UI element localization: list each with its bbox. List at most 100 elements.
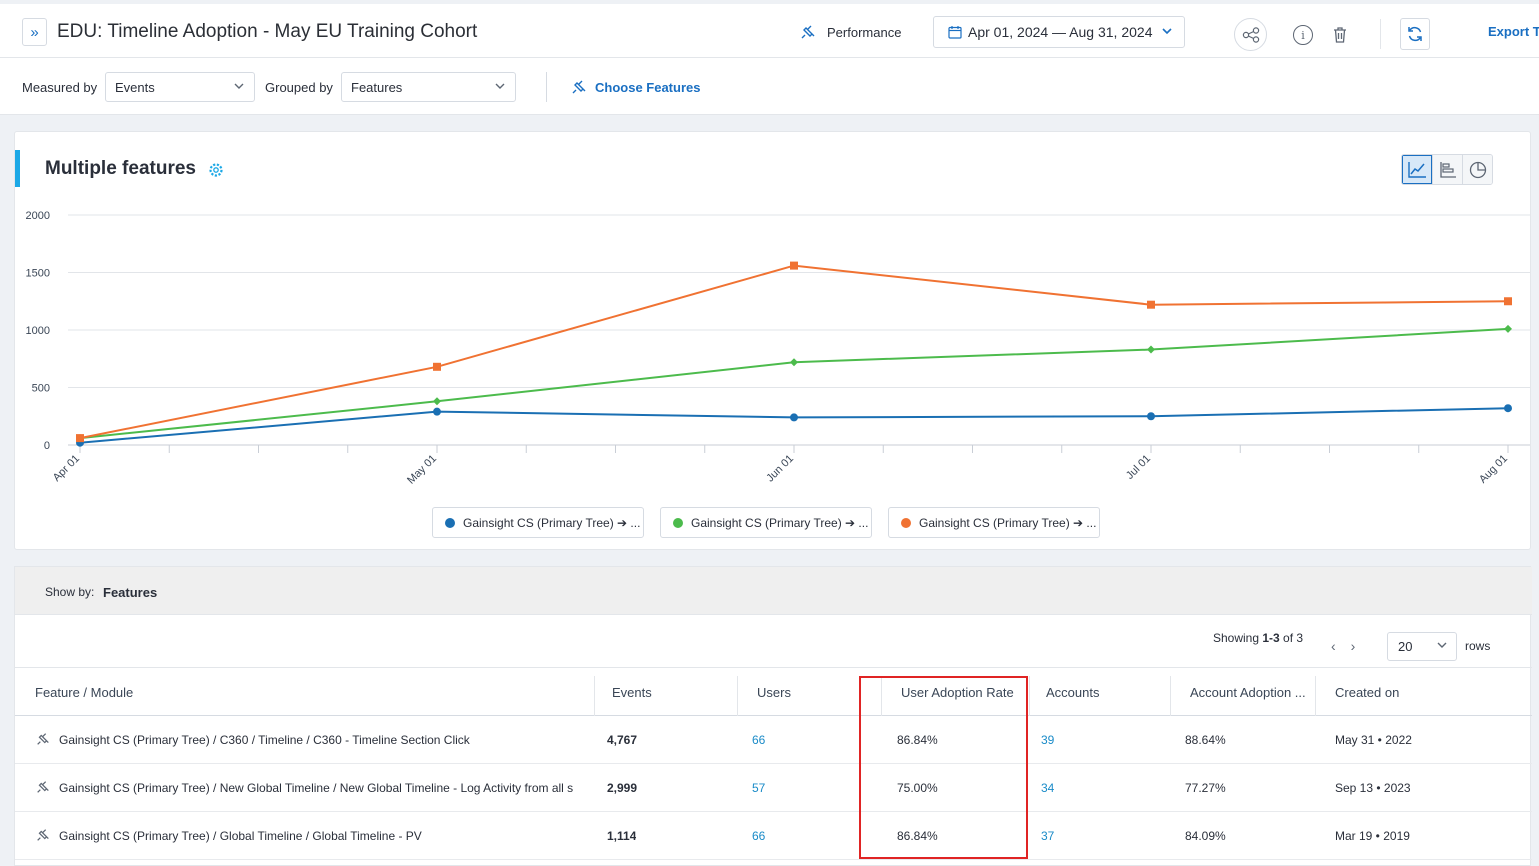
column-header-user-adoption-rate[interactable]: User Adoption Rate — [901, 668, 1014, 717]
grouped-by-select[interactable]: Features — [341, 72, 516, 102]
column-divider — [737, 676, 738, 716]
legend-item[interactable]: Gainsight CS (Primary Tree) ➔ ... — [888, 507, 1100, 538]
show-by-bar: Show by: Features — [15, 567, 1532, 615]
performance-label: Performance — [827, 24, 902, 40]
column-header-accounts[interactable]: Accounts — [1046, 668, 1099, 717]
plug-icon — [37, 829, 49, 841]
divider — [1380, 19, 1381, 49]
show-by-label: Show by: — [45, 585, 95, 599]
bar-chart-view-button[interactable] — [1432, 155, 1462, 184]
column-header-created-on[interactable]: Created on — [1335, 668, 1399, 717]
chevron-down-icon — [234, 83, 244, 89]
table-card: Show by: Features Showing 1-3 of 3 ‹ › 2… — [14, 566, 1532, 866]
chevron-down-icon — [1162, 28, 1172, 35]
user-adoption-rate-value: 86.84% — [897, 733, 938, 747]
plug-icon — [572, 80, 586, 94]
plug-icon — [801, 25, 815, 39]
page-title: EDU: Timeline Adoption - May EU Training… — [57, 21, 478, 42]
choose-features-button[interactable]: Choose Features — [570, 78, 700, 96]
column-header-events[interactable]: Events — [612, 668, 652, 717]
settings-gear-icon[interactable] — [208, 162, 224, 178]
legend-item[interactable]: Gainsight CS (Primary Tree) ➔ ... — [432, 507, 644, 538]
legend-dot-icon — [673, 517, 683, 528]
table-row[interactable]: Gainsight CS (Primary Tree) / Global Tim… — [15, 812, 1532, 860]
expand-sidebar-button[interactable]: » — [22, 18, 47, 46]
created-on-value: Mar 19 • 2019 — [1335, 829, 1410, 843]
delete-button[interactable] — [1330, 24, 1350, 46]
show-by-value[interactable]: Features — [103, 585, 157, 600]
export-button[interactable]: Export T — [1488, 24, 1539, 39]
users-link[interactable]: 57 — [752, 764, 765, 812]
divider — [546, 72, 547, 102]
chevron-right-icon[interactable]: › — [1351, 638, 1356, 654]
data-point — [433, 397, 441, 406]
showing-suffix: of 3 — [1279, 631, 1304, 645]
legend-label: Gainsight CS (Primary Tree) ➔ ... — [919, 515, 1097, 530]
info-icon[interactable]: i — [1293, 25, 1313, 45]
pagination-arrows: ‹ › — [1331, 638, 1355, 654]
x-tick-label: Aug 01 — [1477, 453, 1510, 486]
users-link[interactable]: 66 — [752, 716, 765, 764]
events-value: 4,767 — [607, 733, 638, 747]
y-tick-label: 2000 — [26, 210, 50, 222]
share-button[interactable] — [1234, 18, 1267, 51]
measured-by-select[interactable]: Events — [105, 72, 255, 102]
filter-bar: Measured by Events Grouped by Features C… — [0, 58, 1539, 115]
x-tick-label: Jul 01 — [1124, 453, 1153, 482]
line-chart: 0 500 1000 1500 2000 Apr 01 May 01 Jun 01 Jul 01… — [26, 210, 1530, 487]
table-row[interactable]: Gainsight CS (Primary Tree) / C360 / Tim… — [15, 716, 1532, 764]
line-chart-icon — [1408, 161, 1426, 178]
feature-name[interactable]: Gainsight CS (Primary Tree) / C360 / Tim… — [59, 716, 594, 764]
column-header-feature[interactable]: Feature / Module — [35, 668, 133, 717]
accounts-link[interactable]: 37 — [1041, 812, 1054, 860]
data-point — [790, 261, 798, 270]
date-range-picker[interactable]: Apr 01, 2024 — Aug 31, 2024 — [933, 16, 1185, 48]
grouped-by-label: Grouped by — [265, 80, 333, 95]
calendar-icon — [948, 26, 962, 39]
chart-legend: Gainsight CS (Primary Tree) ➔ ... Gainsi… — [432, 507, 1100, 538]
y-tick-label: 1500 — [26, 268, 50, 280]
data-point — [1504, 404, 1512, 413]
events-value: 1,114 — [607, 829, 637, 843]
data-point — [76, 434, 84, 443]
x-tick-label: May 01 — [405, 453, 439, 487]
account-adoption-rate-value: 77.27% — [1185, 781, 1226, 795]
performance-button[interactable]: Performance — [799, 23, 901, 41]
feature-name[interactable]: Gainsight CS (Primary Tree) / Global Tim… — [59, 812, 594, 860]
chevron-down-icon — [495, 83, 505, 89]
column-header-users[interactable]: Users — [757, 668, 791, 717]
created-on-value: May 31 • 2022 — [1335, 733, 1412, 747]
x-tick-label: Jun 01 — [764, 453, 796, 485]
title-accent — [15, 150, 20, 187]
column-divider — [1170, 676, 1171, 716]
pie-chart-view-button[interactable] — [1462, 155, 1492, 184]
refresh-button[interactable] — [1400, 18, 1430, 50]
series-line — [79, 407, 1509, 444]
pie-chart-icon — [1469, 161, 1486, 178]
data-point — [1504, 324, 1512, 333]
plug-icon — [37, 781, 49, 793]
accounts-link[interactable]: 39 — [1041, 716, 1054, 764]
page-header: » EDU: Timeline Adoption - May EU Traini… — [0, 4, 1539, 58]
users-link[interactable]: 66 — [752, 812, 765, 860]
rows-per-page-select[interactable]: 20 — [1387, 632, 1457, 661]
events-value: 2,999 — [607, 781, 638, 795]
accounts-link[interactable]: 34 — [1041, 764, 1054, 812]
date-range-value: Apr 01, 2024 — Aug 31, 2024 — [968, 24, 1153, 40]
chevron-left-icon[interactable]: ‹ — [1331, 638, 1336, 654]
column-divider — [1029, 676, 1030, 716]
table-row[interactable]: Gainsight CS (Primary Tree) / New Global… — [15, 764, 1532, 812]
column-divider — [594, 676, 595, 716]
legend-item[interactable]: Gainsight CS (Primary Tree) ➔ ... — [660, 507, 872, 538]
chart-title: Multiple features — [45, 158, 196, 179]
trash-icon — [1334, 27, 1346, 43]
legend-label: Gainsight CS (Primary Tree) ➔ ... — [691, 515, 869, 530]
line-chart-view-button[interactable] — [1402, 155, 1432, 184]
created-on-value: Sep 13 • 2023 — [1335, 781, 1411, 795]
feature-name[interactable]: Gainsight CS (Primary Tree) / New Global… — [59, 764, 594, 812]
column-header-account-adoption[interactable]: Account Adoption ... — [1190, 668, 1306, 717]
pagination-summary: Showing 1-3 of 3 — [1213, 631, 1303, 645]
legend-dot-icon — [445, 517, 455, 528]
x-tick-label: Apr 01 — [51, 453, 82, 484]
plug-icon — [37, 733, 49, 745]
